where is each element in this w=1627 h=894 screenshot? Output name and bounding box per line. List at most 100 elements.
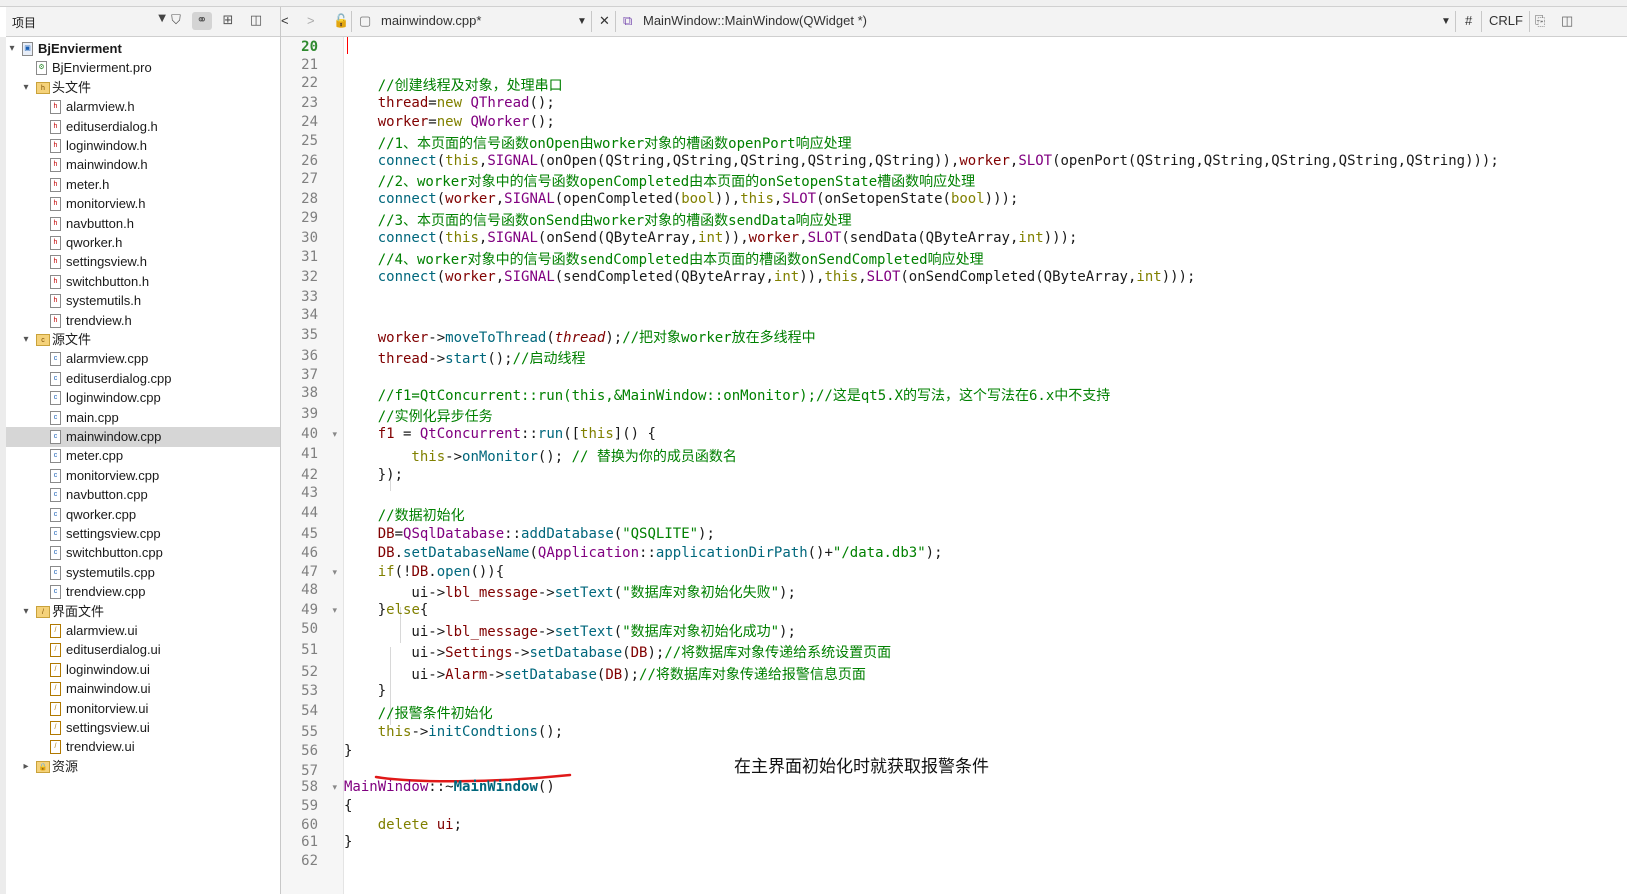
code-line[interactable]: }else{ xyxy=(344,602,429,618)
tree-item[interactable]: c mainwindow.cpp xyxy=(6,427,280,447)
tree-item[interactable]: c meter.cpp xyxy=(6,446,280,466)
link-icon[interactable]: ⚭ xyxy=(192,12,212,30)
tree-item[interactable]: h switchbutton.h xyxy=(6,272,280,292)
tree-item[interactable]: ▾ ▣ BjEnvierment xyxy=(6,39,280,59)
tree-item[interactable]: h trendview.h xyxy=(6,311,280,331)
tree-item[interactable]: ▾ h 头文件 xyxy=(6,78,280,98)
close-sidebar-icon[interactable]: ◫ xyxy=(246,12,266,30)
code-line[interactable]: ui->lbl_message->setText("数据库对象初始化成功"); xyxy=(344,621,795,641)
tree-item[interactable]: c trendview.cpp xyxy=(6,582,280,602)
tree-item[interactable]: ⚙ BjEnvierment.pro xyxy=(6,58,280,78)
chevron-down-icon[interactable]: ▾ xyxy=(6,39,18,59)
code-line[interactable]: this->onMonitor(); // 替换为你的成员函数名 xyxy=(344,446,736,466)
code-line[interactable]: this->initCondtions(); xyxy=(344,724,563,740)
tree-item[interactable]: / trendview.ui xyxy=(6,737,280,757)
fold-marker-icon[interactable]: ▾ xyxy=(332,430,337,440)
filter-icon[interactable]: ⛉ xyxy=(166,12,186,30)
code-line[interactable]: worker->moveToThread(thread);//把对象worker… xyxy=(344,327,816,347)
tree-item[interactable]: / settingsview.ui xyxy=(6,718,280,738)
code-line[interactable]: ui->Settings->setDatabase(DB);//将数据库对象传递… xyxy=(344,642,891,662)
line-ending-combo[interactable]: CRLF xyxy=(1489,13,1523,28)
forward-icon[interactable]: > xyxy=(307,13,315,28)
close-icon[interactable]: ✕ xyxy=(599,13,610,29)
code-line[interactable]: connect(this,SIGNAL(onOpen(QString,QStri… xyxy=(344,153,1499,169)
chevron-down-icon[interactable]: ▼ xyxy=(577,16,587,27)
code-line[interactable]: }); xyxy=(344,467,403,483)
chevron-down-icon[interactable]: ▾ xyxy=(20,330,32,350)
file-combo[interactable]: mainwindow.cpp* xyxy=(381,13,481,28)
tree-item[interactable]: / monitorview.ui xyxy=(6,699,280,719)
code-area[interactable]: 在主界面初始化时就获取报警条件 //创建线程及对象，处理串口 thread=ne… xyxy=(344,37,1627,894)
tree-item[interactable]: ▾ c 源文件 xyxy=(6,330,280,350)
code-line[interactable]: connect(worker,SIGNAL(openCompleted(bool… xyxy=(344,191,1019,207)
tree-item[interactable]: h loginwindow.h xyxy=(6,136,280,156)
tree-item[interactable]: c edituserdialog.cpp xyxy=(6,369,280,389)
code-line[interactable]: ui->Alarm->setDatabase(DB);//将数据库对象传递给报警… xyxy=(344,664,865,684)
code-line[interactable]: MainWindow::~MainWindow() xyxy=(344,779,555,795)
code-line[interactable]: delete ui; xyxy=(344,817,462,833)
code-line[interactable]: DB.setDatabaseName(QApplication::applica… xyxy=(344,545,943,561)
tree-item[interactable]: h mainwindow.h xyxy=(6,155,280,175)
code-line[interactable]: //1、本页面的信号函数onOpen由worker对象的槽函数openPort响… xyxy=(344,133,852,153)
symbol-combo[interactable]: MainWindow::MainWindow(QWidget *) xyxy=(643,13,867,28)
back-icon[interactable]: < xyxy=(281,13,289,28)
tree-item[interactable]: h systemutils.h xyxy=(6,291,280,311)
tree-item[interactable]: c systemutils.cpp xyxy=(6,563,280,583)
tree-item[interactable]: h meter.h xyxy=(6,175,280,195)
code-line[interactable]: { xyxy=(344,798,352,814)
code-line[interactable]: //创建线程及对象，处理串口 xyxy=(344,75,563,95)
tree-item[interactable]: c main.cpp xyxy=(6,408,280,428)
tree-item[interactable]: c monitorview.cpp xyxy=(6,466,280,486)
code-line[interactable]: f1 = QtConcurrent::run([this]() { xyxy=(344,426,656,442)
tree-item[interactable]: c navbutton.cpp xyxy=(6,485,280,505)
tree-item[interactable]: c loginwindow.cpp xyxy=(6,388,280,408)
fold-marker-icon[interactable]: ▾ xyxy=(332,783,337,793)
code-line[interactable]: if(!DB.open()){ xyxy=(344,564,504,580)
code-line[interactable]: connect(this,SIGNAL(onSend(QByteArray,in… xyxy=(344,230,1078,246)
code-line[interactable]: //2、worker对象中的信号函数openCompleted由本页面的onSe… xyxy=(344,171,975,191)
tree-item[interactable]: / edituserdialog.ui xyxy=(6,640,280,660)
code-line[interactable]: //数据初始化 xyxy=(344,505,465,525)
code-line[interactable]: //f1=QtConcurrent::run(this,&MainWindow:… xyxy=(344,385,1111,405)
tree-item[interactable]: ▸ 🔒 资源 xyxy=(6,757,280,777)
tree-item[interactable]: ▾ / 界面文件 xyxy=(6,602,280,622)
code-line[interactable]: thread=new QThread(); xyxy=(344,95,555,111)
tree-item[interactable]: c qworker.cpp xyxy=(6,505,280,525)
code-line[interactable]: //3、本页面的信号函数onSend由worker对象的槽函数sendData响… xyxy=(344,210,852,230)
chevron-down-icon[interactable]: ▾ xyxy=(20,78,32,98)
code-line[interactable]: //实例化异步任务 xyxy=(344,406,493,426)
code-line[interactable]: } xyxy=(344,683,386,699)
split-icon[interactable]: ◫ xyxy=(1561,13,1573,29)
tree-item[interactable]: c alarmview.cpp xyxy=(6,349,280,369)
tree-item[interactable]: h monitorview.h xyxy=(6,194,280,214)
code-line[interactable]: } xyxy=(344,834,352,850)
chevron-right-icon[interactable]: ▸ xyxy=(20,757,32,777)
fold-marker-icon[interactable]: ▾ xyxy=(332,606,337,616)
tree-item[interactable]: / alarmview.ui xyxy=(6,621,280,641)
code-line[interactable]: //报警条件初始化 xyxy=(344,703,493,723)
tree-item[interactable]: / mainwindow.ui xyxy=(6,679,280,699)
tree-item[interactable]: h edituserdialog.h xyxy=(6,117,280,137)
tree-item[interactable]: h navbutton.h xyxy=(6,214,280,234)
sidebar-view-combo[interactable]: 项目 ▼ xyxy=(8,11,168,31)
code-line[interactable]: connect(worker,SIGNAL(sendCompleted(QByt… xyxy=(344,269,1196,285)
add-split-icon[interactable]: ⊞ xyxy=(218,12,238,30)
code-line[interactable]: DB=QSqlDatabase::addDatabase("QSQLITE"); xyxy=(344,526,715,542)
document-icon[interactable]: ⎘ xyxy=(1535,13,1545,29)
fold-marker-icon[interactable]: ▾ xyxy=(332,568,337,578)
tree-item[interactable]: / loginwindow.ui xyxy=(6,660,280,680)
chevron-down-icon[interactable]: ▾ xyxy=(20,602,32,622)
chevron-down-icon[interactable]: ▼ xyxy=(1441,16,1451,27)
tree-item[interactable]: c settingsview.cpp xyxy=(6,524,280,544)
code-line[interactable]: thread->start();//启动线程 xyxy=(344,348,586,368)
code-line[interactable]: worker=new QWorker(); xyxy=(344,114,555,130)
tree-item[interactable]: h qworker.h xyxy=(6,233,280,253)
code-line[interactable]: //4、worker对象中的信号函数sendCompleted由本页面的槽函数o… xyxy=(344,249,984,269)
code-editor[interactable]: 20 21 22 23 24 25 26 27 28 29 30 31 32 33 34 35 36 37 38 39… xyxy=(281,37,1627,894)
hash-button[interactable]: # xyxy=(1465,13,1472,28)
tree-item[interactable]: c switchbutton.cpp xyxy=(6,543,280,563)
tree-item[interactable]: h alarmview.h xyxy=(6,97,280,117)
code-line[interactable]: } xyxy=(344,743,352,759)
code-line[interactable]: ui->lbl_message->setText("数据库对象初始化失败"); xyxy=(344,582,795,602)
tree-item[interactable]: h settingsview.h xyxy=(6,252,280,272)
